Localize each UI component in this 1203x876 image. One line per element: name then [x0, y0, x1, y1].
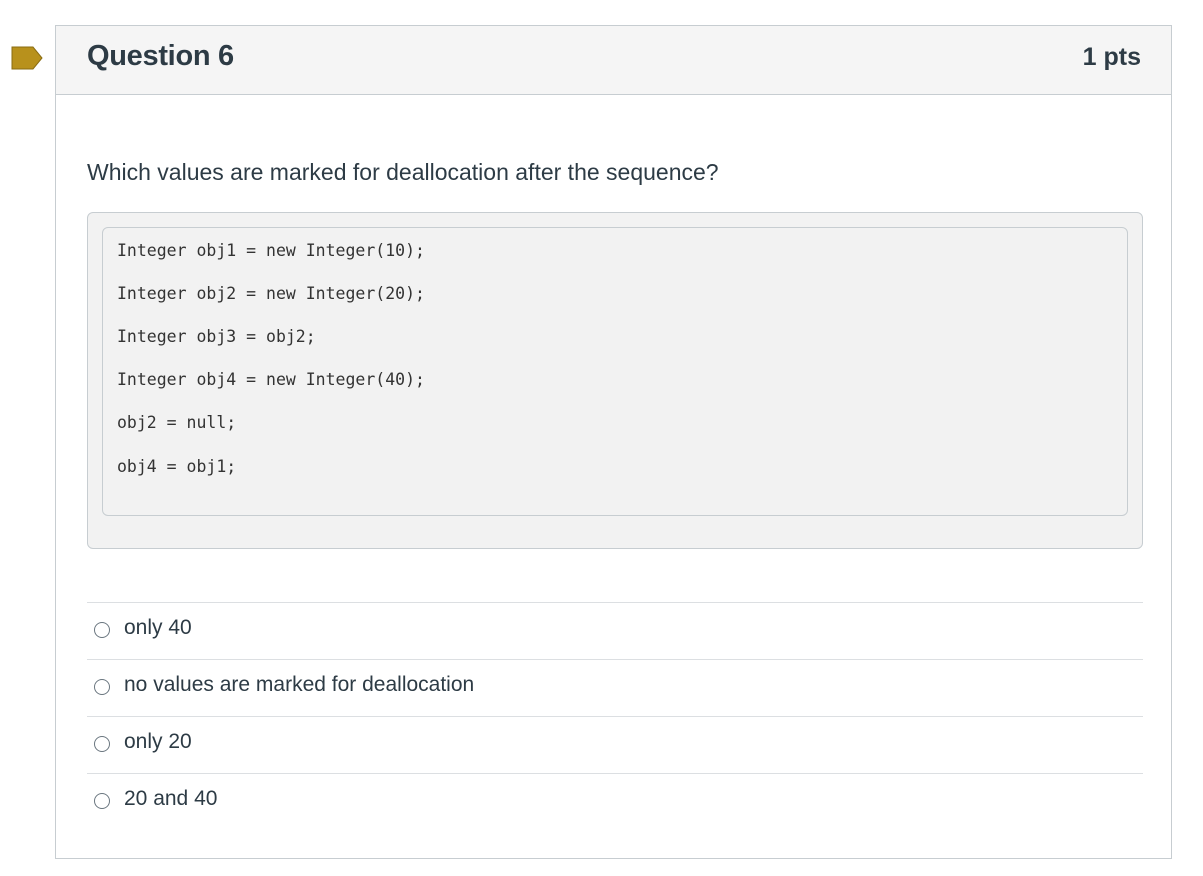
answer-list: only 40 no values are marked for dealloc…: [87, 602, 1143, 830]
code-block: Integer obj1 = new Integer(10); Integer …: [102, 227, 1128, 516]
code-line: obj4 = obj1;: [117, 457, 237, 476]
question-title: Question 6: [87, 40, 234, 72]
code-line: Integer obj4 = new Integer(40);: [117, 370, 425, 389]
code-line: Integer obj1 = new Integer(10);: [117, 241, 425, 260]
answer-label[interactable]: only 20: [124, 730, 192, 754]
answer-option[interactable]: 20 and 40: [87, 773, 1143, 830]
answer-label[interactable]: only 40: [124, 616, 192, 640]
question-card: Question 6 1 pts Which values are marked…: [55, 25, 1172, 859]
answer-label[interactable]: no values are marked for deallocation: [124, 673, 474, 697]
radio-button[interactable]: [94, 736, 110, 752]
flag-question-icon[interactable]: [11, 46, 43, 70]
radio-button[interactable]: [94, 679, 110, 695]
question-header: Question 6 1 pts: [56, 26, 1171, 95]
code-line: Integer obj3 = obj2;: [117, 327, 316, 346]
radio-button[interactable]: [94, 793, 110, 809]
answer-option[interactable]: only 20: [87, 716, 1143, 773]
answer-option[interactable]: only 40: [87, 602, 1143, 659]
code-line: obj2 = null;: [117, 413, 237, 432]
question-points: 1 pts: [1082, 43, 1141, 71]
code-line: Integer obj2 = new Integer(20);: [117, 284, 425, 303]
question-prompt: Which values are marked for deallocation…: [87, 159, 719, 185]
radio-button[interactable]: [94, 622, 110, 638]
code-block-container: Integer obj1 = new Integer(10); Integer …: [87, 212, 1143, 549]
answer-option[interactable]: no values are marked for deallocation: [87, 659, 1143, 716]
answer-label[interactable]: 20 and 40: [124, 787, 217, 811]
